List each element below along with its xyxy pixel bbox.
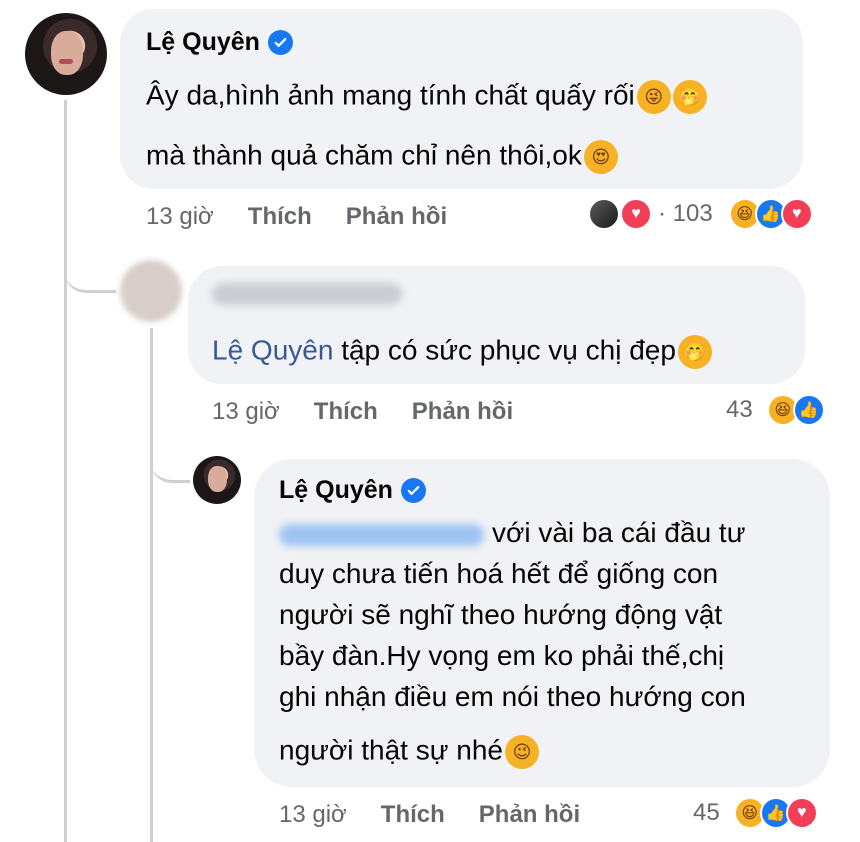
- comment-actions: 13 giờ Thích Phản hồi: [212, 398, 513, 426]
- comment-text: với vài ba cái đầu tư: [492, 517, 746, 548]
- verified-badge-icon: [267, 30, 293, 55]
- love-reaction-icon: ♥: [785, 797, 818, 829]
- comment-text: ghi nhận điều em nói theo hướng con: [279, 681, 746, 712]
- love-reaction-icon: ♥: [780, 198, 813, 230]
- winking-face-emoji-icon: 😉: [504, 735, 539, 769]
- hand-over-mouth-emoji-icon: 🤭: [672, 80, 707, 114]
- comment-text: người thật sự nhé: [279, 734, 503, 766]
- comment-text: người sẽ nghĩ theo hướng động vật: [279, 599, 723, 630]
- author-name-redacted[interactable]: [212, 283, 402, 305]
- comment-actions: 13 giờ Thích Phản hồi: [146, 203, 447, 231]
- comment-text-line: mà thành quả chăm chỉ nên thôi,ok 😍: [146, 140, 618, 174]
- like-button[interactable]: Thích: [381, 801, 445, 829]
- timestamp[interactable]: 13 giờ: [146, 203, 214, 231]
- comment-author[interactable]: Lệ Quyên: [146, 28, 293, 57]
- reply-button[interactable]: Phản hồi: [346, 203, 447, 231]
- love-reaction-icon: ♥: [620, 198, 652, 230]
- comment-text: Ây da,hình ảnh mang tính chất quấy rối: [146, 79, 635, 111]
- thread-line-reply: [150, 328, 153, 842]
- reaction-count: 45: [693, 799, 720, 826]
- verified-badge-icon: [400, 478, 426, 503]
- reaction-count: · 103: [658, 200, 713, 227]
- mention-redacted[interactable]: [279, 523, 484, 546]
- reaction-summary[interactable]: ♥ · 103 😆 👍 ♥: [588, 198, 813, 230]
- reply-button[interactable]: Phản hồi: [412, 398, 513, 426]
- comment-text: mà thành quả chăm chỉ nên thôi,ok: [146, 139, 582, 171]
- timestamp[interactable]: 13 giờ: [279, 801, 347, 829]
- comment-text-line: ghi nhận điều em nói theo hướng con: [279, 683, 746, 711]
- reaction-summary[interactable]: 45 😆 👍 ♥: [693, 797, 818, 829]
- thread-connector: [150, 440, 190, 483]
- comment-text: tập có sức phục vụ chị đẹp: [341, 334, 676, 366]
- author-name[interactable]: Lệ Quyên: [279, 476, 393, 505]
- like-button[interactable]: Thích: [248, 203, 312, 231]
- author-name[interactable]: Lệ Quyên: [146, 28, 260, 57]
- comment-text-line: Ây da,hình ảnh mang tính chất quấy rối 😜 🤭: [146, 80, 707, 114]
- comment-text: bầy đàn.Hy vọng em ko phải thế,chị: [279, 640, 725, 671]
- reaction-count: 43: [726, 396, 753, 423]
- comment-text-line: người sẽ nghĩ theo hướng động vật: [279, 601, 722, 629]
- avatar[interactable]: [193, 456, 241, 504]
- avatar[interactable]: [25, 13, 107, 95]
- comment-text-line: bầy đàn.Hy vọng em ko phải thế,chị: [279, 642, 724, 670]
- reactor-avatar: [588, 198, 620, 230]
- comment-actions: 13 giờ Thích Phản hồi: [279, 801, 580, 829]
- avatar[interactable]: [120, 260, 182, 322]
- hand-over-mouth-emoji-icon: 🤭: [677, 335, 712, 369]
- timestamp[interactable]: 13 giờ: [212, 398, 280, 426]
- like-reaction-icon: 👍: [792, 394, 825, 426]
- comment-text: duy chưa tiến hoá hết để giống con: [279, 558, 719, 589]
- heart-eyes-emoji-icon: 😍: [583, 140, 618, 174]
- comment-author[interactable]: Lệ Quyên: [279, 476, 426, 505]
- reply-button[interactable]: Phản hồi: [479, 801, 580, 829]
- comment-text-line: duy chưa tiến hoá hết để giống con: [279, 560, 718, 588]
- comment-text-line: Lệ Quyên tập có sức phục vụ chị đẹp 🤭: [212, 335, 712, 369]
- comment-text-line: người thật sự nhé 😉: [279, 735, 539, 769]
- thread-connector: [64, 255, 116, 293]
- mention-link[interactable]: Lệ Quyên: [212, 334, 333, 365]
- like-button[interactable]: Thích: [314, 398, 378, 426]
- comment-text-line: với vài ba cái đầu tư: [279, 519, 745, 547]
- thread-line-main: [64, 100, 67, 842]
- reaction-summary[interactable]: 43 😆 👍: [726, 394, 825, 426]
- crazy-face-emoji-icon: 😜: [636, 80, 671, 114]
